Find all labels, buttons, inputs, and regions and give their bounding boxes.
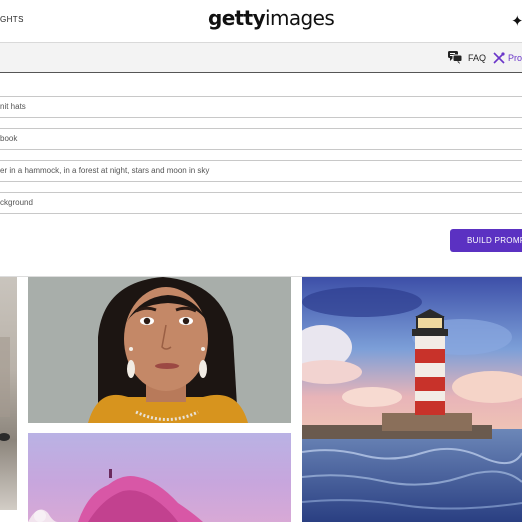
portrait-image-art	[28, 277, 291, 423]
tools-icon[interactable]	[493, 52, 505, 64]
pink-house-image-art	[28, 469, 203, 522]
prompt-field-3[interactable]: er in a hammock, in a forest at night, s…	[0, 160, 522, 182]
partial-image-art	[0, 337, 10, 441]
prompt-field-4[interactable]: ckground	[0, 192, 522, 214]
prompt-builder-link[interactable]: Pro	[508, 53, 522, 63]
chat-bubbles-icon[interactable]	[448, 51, 462, 64]
gallery-image-pink-house[interactable]	[28, 433, 291, 522]
logo-bold-text: getty	[208, 6, 266, 30]
sparkle-icon[interactable]: ✦	[511, 12, 522, 30]
gallery-image-partial[interactable]	[0, 277, 17, 510]
prompt-field-text: ckground	[0, 198, 33, 207]
prompt-toolbar	[0, 43, 522, 73]
faq-link[interactable]: FAQ	[468, 53, 486, 63]
getty-images-logo[interactable]: gettyimages	[208, 6, 335, 30]
prompt-field-text: er in a hammock, in a forest at night, s…	[0, 166, 210, 175]
prompt-field-text: book	[0, 134, 18, 143]
prompt-field-2[interactable]: book	[0, 128, 522, 150]
prompt-field-text: nit hats	[0, 102, 26, 111]
prompt-field-1[interactable]: nit hats	[0, 96, 522, 118]
lighthouse-image-art	[302, 277, 522, 522]
logo-regular-text: images	[265, 6, 335, 30]
gallery-image-portrait[interactable]	[28, 277, 291, 423]
build-prompt-button[interactable]: BUILD PROMP	[450, 229, 522, 252]
nav-link-insights[interactable]: GHTS	[0, 15, 24, 24]
gallery-image-lighthouse[interactable]	[302, 277, 522, 522]
